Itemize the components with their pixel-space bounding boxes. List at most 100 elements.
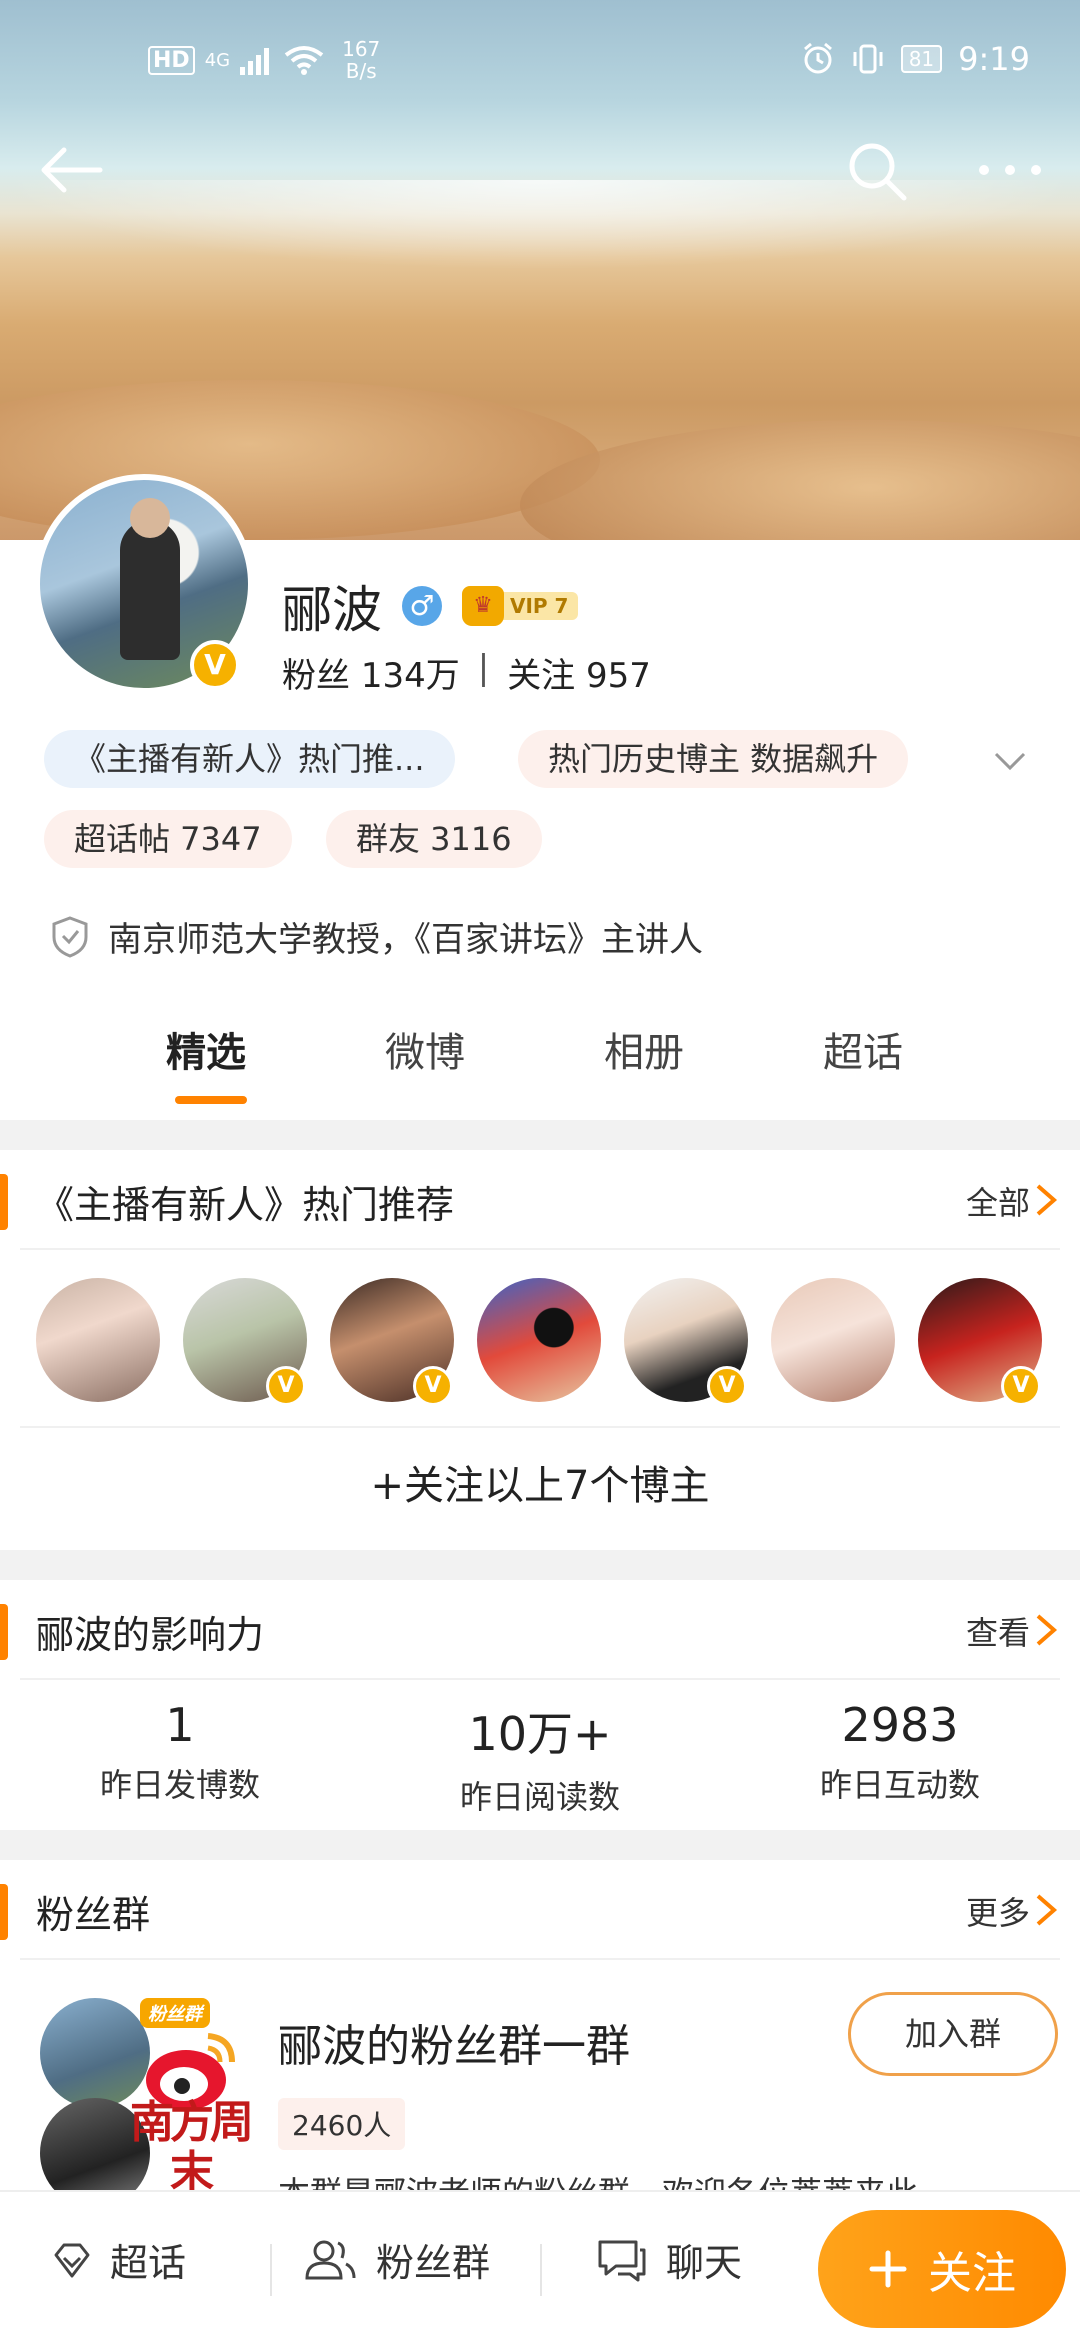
shield-icon — [52, 915, 88, 958]
recommend-all-link[interactable]: 全部 — [966, 1178, 1030, 1224]
name-row: 郦波 ♂ ♛ VIP 7 — [282, 570, 579, 642]
blogger-avatar[interactable] — [36, 1278, 160, 1402]
verified-badge-icon: V — [190, 640, 240, 690]
influence-metrics: 1 昨日发博数 10万+ 昨日阅读数 2983 昨日互动数 — [0, 1680, 1080, 1828]
chat-button[interactable]: 聊天 — [596, 2232, 742, 2287]
male-gender-icon: ♂ — [402, 586, 442, 626]
join-group-button[interactable]: 加入群 — [848, 1992, 1058, 2076]
tab-weibo[interactable]: 微博 — [385, 1020, 465, 1078]
profile-bio: 南京师范大学教授，《百家讲坛》主讲人 — [50, 912, 703, 961]
tag-group-friends[interactable]: 群友 3116 — [326, 810, 542, 868]
following-stat[interactable]: 关注 957 — [507, 648, 651, 697]
fan-group-button[interactable]: 粉丝群 — [302, 2232, 490, 2287]
hd-indicator: HD — [148, 45, 195, 75]
follow-stats: 粉丝 134万 | 关注 957 — [282, 648, 651, 697]
section-accent-bar — [0, 1174, 8, 1230]
blogger-avatar[interactable] — [771, 1278, 895, 1402]
profile-header: V 郦波 ♂ ♛ VIP 7 粉丝 134万 | 关注 957 《主播有新人》热… — [0, 474, 1080, 1120]
fan-group-card: 粉丝群 更多 粉丝群 南方周末 郦波的粉丝群一群 2460人 本群是郦波老师的粉… — [0, 1860, 1080, 2212]
chat-label: 聊天 — [666, 2241, 743, 2285]
metric-posts: 1 昨日发博数 — [0, 1698, 360, 1806]
vip-level: VIP 7 — [496, 592, 579, 620]
divider — [540, 2244, 542, 2296]
metric-label: 昨日互动数 — [819, 1766, 980, 1804]
section-accent-bar — [0, 1604, 8, 1660]
network-type: 4G — [204, 49, 231, 71]
metric-label: 昨日发博数 — [99, 1766, 260, 1804]
chevron-right-icon[interactable] — [1032, 1612, 1060, 1648]
metric-value: 10万+ — [468, 1707, 612, 1761]
influence-title: 郦波的影响力 — [36, 1613, 265, 1657]
wifi-icon — [284, 46, 324, 75]
chevron-right-icon[interactable] — [1032, 1182, 1060, 1218]
chevron-right-icon[interactable] — [1032, 1892, 1060, 1928]
tab-album[interactable]: 相册 — [604, 1020, 684, 1078]
fan-group-label: 粉丝群 — [376, 2241, 491, 2285]
fan-group-title: 粉丝群 — [36, 1893, 151, 1937]
divider — [270, 2244, 272, 2296]
fan-group-member-count: 2460人 — [278, 2098, 406, 2150]
battery-indicator: 81 — [900, 45, 943, 73]
more-options-icon[interactable] — [970, 140, 1050, 200]
profile-name: 郦波 — [282, 581, 382, 639]
fan-group-avatar[interactable]: 粉丝群 南方周末 — [40, 1998, 254, 2208]
status-bar: HD 4G 167 B/s 81 9:19 — [0, 30, 1080, 100]
network-speed: 167 B/s — [342, 38, 380, 82]
active-tab-indicator — [175, 1096, 247, 1104]
influence-header: 郦波的影响力 查看 — [0, 1580, 1060, 1680]
blogger-avatar[interactable] — [477, 1278, 601, 1402]
follow-label: 关注 — [928, 2248, 1016, 2299]
stats-separator: | — [477, 648, 490, 688]
vip-badge[interactable]: ♛ VIP 7 — [462, 586, 579, 626]
metric-interactions: 2983 昨日互动数 — [720, 1698, 1080, 1806]
fans-count: 134万 — [360, 656, 460, 696]
fans-stat[interactable]: 粉丝 134万 — [282, 648, 460, 697]
tag-show-recommend[interactable]: 《主播有新人》热门推... — [44, 730, 455, 788]
recommend-header: 《主播有新人》热门推荐 全部 — [0, 1150, 1060, 1250]
tag-super-topic-posts[interactable]: 超话帖 7347 — [44, 810, 292, 868]
follow-all-button[interactable]: +关注以上7个博主 — [0, 1428, 1080, 1544]
following-label: 关注 — [507, 656, 576, 696]
back-arrow-icon[interactable] — [36, 140, 106, 200]
recommended-bloggers: V V V V — [20, 1250, 1060, 1428]
metric-value: 2983 — [841, 1698, 959, 1752]
follow-button[interactable]: 关注 — [818, 2210, 1066, 2328]
recommend-card: 《主播有新人》热门推荐 全部 V V V V +关注以上7个博主 — [0, 1150, 1080, 1550]
fan-group-more-link[interactable]: 更多 — [966, 1888, 1030, 1934]
speed-value: 167 — [342, 37, 381, 61]
verified-badge-icon: V — [707, 1366, 747, 1406]
plus-icon — [869, 2250, 907, 2288]
profile-tabs: 精选 微博 相册 超话 — [0, 1010, 1080, 1120]
avatar-head — [130, 498, 170, 538]
verified-badge-icon: V — [1001, 1366, 1041, 1406]
verified-badge-icon: V — [266, 1366, 306, 1406]
member-avatar — [40, 1998, 150, 2108]
profile-avatar[interactable]: V — [34, 474, 254, 694]
influence-view-link[interactable]: 查看 — [966, 1608, 1030, 1654]
fans-label: 粉丝 — [282, 656, 350, 696]
chevron-down-icon[interactable] — [990, 740, 1030, 780]
metric-label: 昨日阅读数 — [459, 1778, 620, 1816]
influence-card: 郦波的影响力 查看 1 昨日发博数 10万+ 昨日阅读数 2983 昨日互动数 — [0, 1580, 1080, 1830]
crown-icon: ♛ — [462, 586, 504, 626]
verified-badge-icon: V — [413, 1366, 453, 1406]
recommend-title: 《主播有新人》热门推荐 — [36, 1183, 455, 1227]
users-icon — [305, 2240, 356, 2279]
super-topic-button[interactable]: 超话 — [52, 2232, 186, 2287]
speed-unit: B/s — [345, 59, 377, 83]
tab-featured[interactable]: 精选 — [166, 1020, 246, 1078]
diamond-icon — [54, 2243, 90, 2277]
avatar-person — [120, 520, 180, 660]
tab-super-topic[interactable]: 超话 — [823, 1020, 903, 1078]
tag-hot-history-blogger[interactable]: 热门历史博主 数据飙升 — [518, 730, 909, 788]
clock: 9:19 — [958, 40, 1030, 78]
fan-group-header: 粉丝群 更多 — [0, 1860, 1060, 1960]
metric-reads: 10万+ 昨日阅读数 — [360, 1698, 720, 1818]
vibrate-icon — [853, 44, 883, 74]
bio-text: 南京师范大学教授，《百家讲坛》主讲人 — [108, 920, 703, 960]
search-icon[interactable] — [846, 140, 910, 204]
fan-group-name[interactable]: 郦波的粉丝群一群 — [278, 2010, 630, 2074]
super-topic-label: 超话 — [110, 2241, 187, 2285]
alarm-icon — [803, 42, 832, 74]
chat-bubble-icon — [598, 2240, 646, 2281]
